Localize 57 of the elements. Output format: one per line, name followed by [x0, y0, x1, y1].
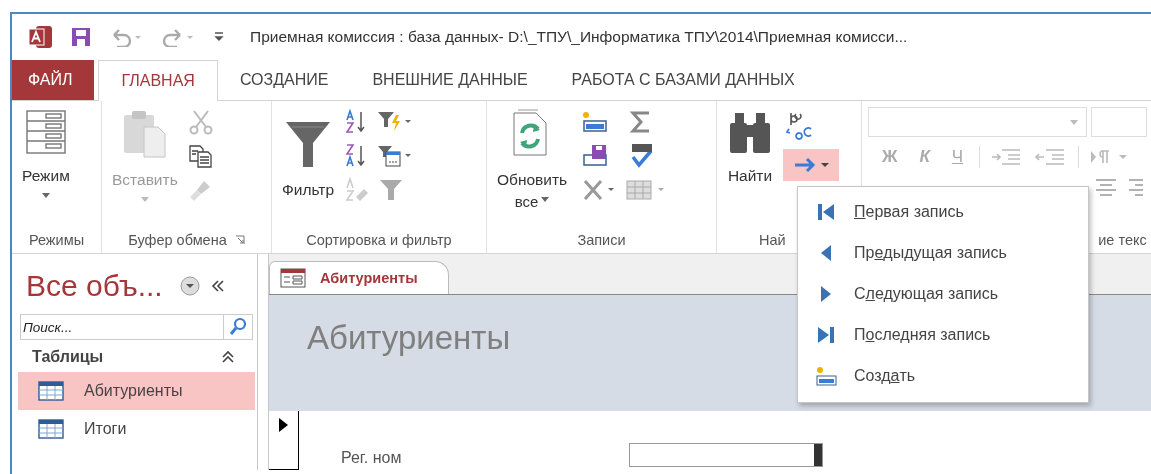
group-label: Записи	[577, 232, 626, 248]
navigation-pane-title[interactable]: Все объ...	[26, 269, 163, 303]
form-view-icon	[23, 109, 68, 155]
collapse-icon[interactable]	[221, 350, 235, 364]
save-icon[interactable]	[70, 26, 92, 48]
redo-icon[interactable]	[160, 27, 196, 47]
current-record-icon	[277, 417, 289, 433]
navigation-item[interactable]: Итоги	[18, 410, 255, 448]
next-record-icon	[819, 283, 833, 304]
app-logo-icon[interactable]	[28, 25, 54, 49]
ribbon-tab[interactable]: ГЛАВНАЯ	[98, 60, 218, 101]
caret-icon	[41, 193, 50, 198]
search-field[interactable]: Поиск...	[20, 314, 223, 340]
first-record-icon	[816, 201, 836, 222]
group-label: Буфер обмена	[128, 232, 227, 248]
search-icon[interactable]	[223, 314, 253, 340]
funnel-icon	[284, 119, 333, 169]
group-label: Режимы	[28, 232, 85, 248]
caret-icon	[140, 197, 149, 202]
menu-item[interactable]: Создать	[798, 355, 1088, 396]
dropdown-circle-icon[interactable]	[178, 275, 201, 297]
record-selector[interactable]	[269, 411, 299, 470]
window-title: Приемная комиссия : база данных- D:\_ТПУ\_Информатика ТПУ\2014\Приемная комисси...	[250, 28, 908, 46]
ribbon-tab[interactable]: СОЗДАНИЕ	[217, 60, 351, 100]
menu-item[interactable]: Последняя запись	[798, 314, 1088, 355]
group-label: Сортировка и фильтр	[306, 232, 452, 248]
input-field[interactable]	[629, 443, 823, 467]
navigation-item[interactable]: Абитуриенты	[18, 372, 255, 410]
last-record-icon	[816, 324, 836, 345]
collapse-pane-icon[interactable]	[210, 279, 225, 293]
dialog-launcher-icon[interactable]	[234, 235, 245, 245]
previous-record-icon	[819, 242, 833, 263]
filter-button[interactable]: Фильтр	[278, 107, 339, 227]
new-record-icon	[815, 364, 837, 387]
table-icon	[38, 419, 64, 439]
field-label: Рег. ном	[341, 449, 403, 467]
refresh-all-button[interactable]: Обновить все	[493, 107, 572, 227]
copy-icon[interactable]	[187, 143, 214, 169]
menu-item[interactable]: Предыдущая запись	[798, 232, 1088, 273]
form-icon	[280, 268, 306, 288]
view-button[interactable]: Режим	[18, 107, 74, 227]
document-tab[interactable]: Абитуриенты	[269, 261, 449, 294]
find-button[interactable]: Найти	[723, 107, 777, 227]
group-label: ие текс	[1098, 232, 1147, 248]
caret-icon	[1069, 119, 1078, 125]
table-icon	[38, 381, 64, 401]
go-to-button[interactable]	[783, 149, 839, 181]
advanced-filter-icon[interactable]	[376, 143, 413, 169]
file-tab[interactable]: ФАЙЛ	[12, 60, 95, 100]
caret-icon	[541, 197, 550, 202]
ribbon-tab[interactable]: РАБОТА С БАЗАМИ ДАННЫХ	[549, 60, 817, 100]
section-header[interactable]: Таблицы	[32, 348, 104, 366]
menu-item[interactable]: Следующая запись	[798, 273, 1088, 314]
menu-item[interactable]: Первая запись	[798, 191, 1088, 232]
ribbon-tab[interactable]: ВНЕШНИЕ ДАННЫЕ	[350, 60, 550, 100]
form-title: Абитуриенты	[307, 319, 511, 357]
group-label: Най	[759, 232, 786, 248]
